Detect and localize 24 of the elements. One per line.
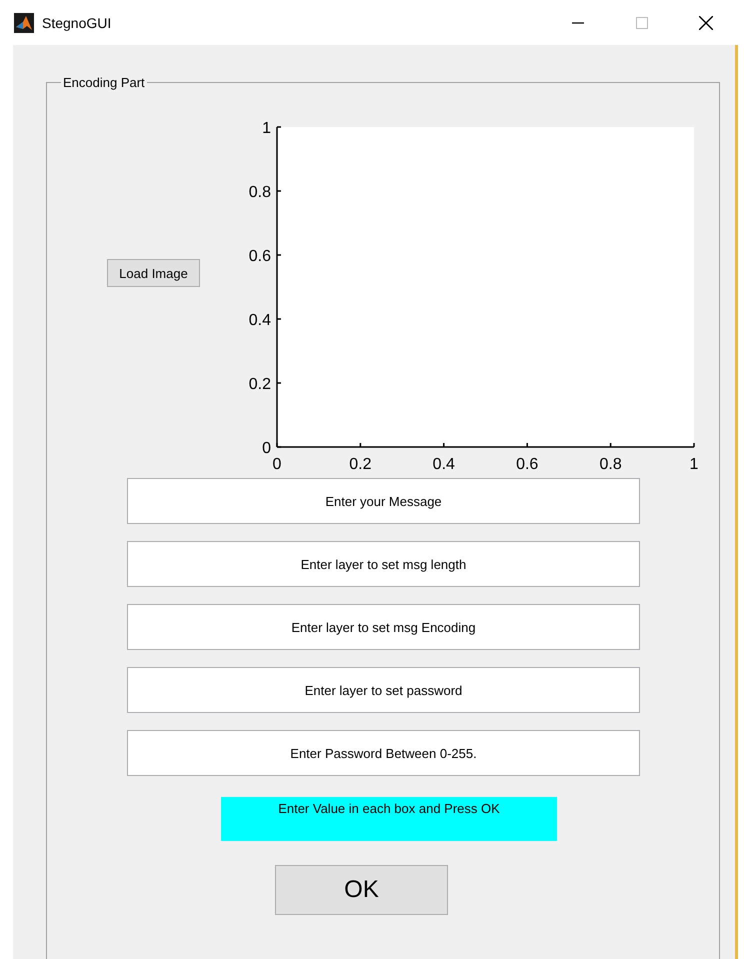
tick-label: 1 [690, 456, 698, 473]
tick-label: 0.8 [599, 456, 622, 473]
input-field[interactable]: Enter Password Between 0-255. [127, 730, 640, 776]
input-field[interactable]: Enter layer to set msg Encoding [127, 604, 640, 650]
tick-label: 0.4 [248, 312, 271, 329]
input-field[interactable]: Enter your Message [127, 478, 640, 524]
close-icon[interactable] [699, 16, 713, 30]
tick-label: 1 [262, 120, 271, 137]
load-image-button[interactable]: Load Image [107, 259, 200, 287]
input-field[interactable]: Enter layer to set msg length [127, 541, 640, 587]
status-message: Enter Value in each box and Press OK [221, 797, 557, 841]
tick-label: 0.6 [516, 456, 538, 473]
tick-label: 0 [272, 456, 282, 473]
tick-label: 0 [262, 440, 271, 457]
input-field[interactable]: Enter layer to set password [127, 667, 640, 713]
tick-label: 0.2 [349, 456, 372, 473]
app-icon [14, 12, 34, 32]
tick-label: 0.6 [248, 248, 271, 265]
panel-title: Encoding Part [62, 75, 146, 90]
ok-button[interactable]: OK [275, 865, 448, 915]
tick-label: 0.8 [248, 184, 271, 201]
tick-label: 0.4 [432, 456, 455, 473]
tick-label: 0.2 [248, 376, 271, 393]
window-title: StegnoGUI [42, 14, 112, 30]
